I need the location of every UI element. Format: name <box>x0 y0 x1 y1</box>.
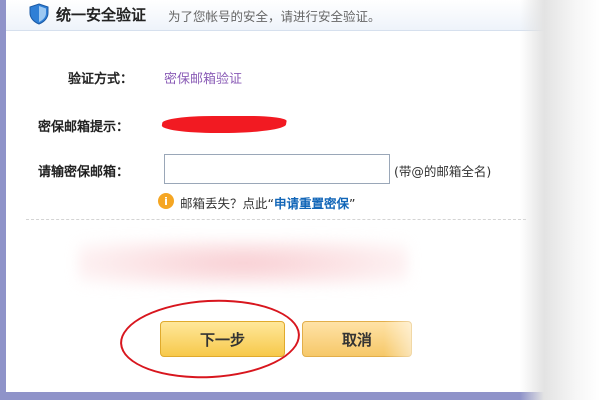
dialog-subtitle: 为了您帐号的安全，请进行安全验证。 <box>168 9 381 24</box>
email-format-hint: (带@的邮箱全名) <box>394 164 492 179</box>
lost-email-text: 邮箱丢失？点此“ <box>180 196 274 211</box>
annotation-circle <box>118 295 302 383</box>
email-hint-label: 密保邮箱提示： <box>38 120 130 135</box>
blurred-region <box>78 240 408 286</box>
email-input[interactable] <box>164 154 390 184</box>
info-icon: i <box>158 193 174 209</box>
reset-security-link[interactable]: 申请重置密保 <box>274 196 349 211</box>
redacted-email-hint <box>160 116 288 133</box>
divider <box>26 219 526 220</box>
email-label: 请输密保邮箱： <box>38 165 130 180</box>
method-label: 验证方式： <box>68 72 134 87</box>
security-dialog: 统一安全验证 为了您帐号的安全，请进行安全验证。 验证方式： 密保邮箱验证 密保… <box>6 0 544 392</box>
shield-icon <box>29 3 49 25</box>
lost-email-suffix: ” <box>349 196 356 211</box>
right-edge-fade <box>520 0 600 400</box>
title-bar: 统一安全验证 为了您帐号的安全，请进行安全验证。 <box>6 0 544 31</box>
lost-email-row: 邮箱丢失？点此“申请重置密保” <box>180 193 355 212</box>
dialog-title: 统一安全验证 <box>56 6 147 24</box>
method-value: 密保邮箱验证 <box>164 72 243 87</box>
